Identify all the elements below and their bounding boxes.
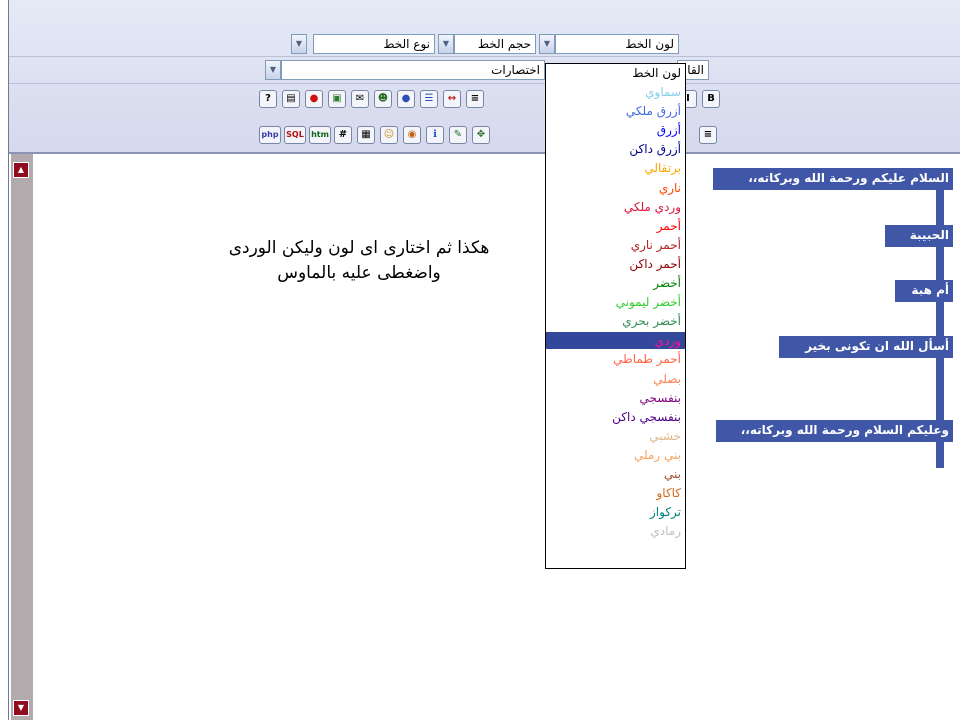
bold-button[interactable]: B: [702, 90, 720, 108]
message-reply: وعليكم السلام ورحمة الله وبركاته،،: [716, 420, 953, 442]
code-tags-icon[interactable]: ↔: [443, 90, 461, 108]
sql-icon[interactable]: SQL: [284, 126, 306, 144]
edit-icon[interactable]: ✎: [449, 126, 467, 144]
color-option[interactable]: رمادي: [546, 522, 685, 541]
color-option[interactable]: ناري: [546, 179, 685, 198]
color-option[interactable]: كاكاو: [546, 484, 685, 503]
color-option[interactable]: أخضر: [546, 274, 685, 293]
color-option[interactable]: أحمر: [546, 217, 685, 236]
color-option[interactable]: أزرق داكن: [546, 140, 685, 159]
shortcuts-chevron-icon[interactable]: ▼: [265, 60, 281, 80]
color-option[interactable]: برتقالي: [546, 159, 685, 178]
color-option[interactable]: بني رملي: [546, 446, 685, 465]
align-icon[interactable]: ≡: [466, 90, 484, 108]
shortcuts-row: اختصارات ▼ القا: [9, 57, 960, 84]
message-wish: أسأل الله ان تكونى بخير: [779, 336, 953, 358]
color-option[interactable]: وردي: [546, 331, 685, 351]
font-type-select[interactable]: نوع الخط: [313, 34, 435, 54]
scroll-down-icon[interactable]: ▼: [13, 700, 29, 716]
color-option[interactable]: أحمر ناري: [546, 236, 685, 255]
globe-icon[interactable]: ●: [397, 90, 415, 108]
info-icon[interactable]: ℹ: [426, 126, 444, 144]
align-right-icon[interactable]: ≡: [699, 126, 717, 144]
color-option[interactable]: خشبي: [546, 427, 685, 446]
font-size-select[interactable]: حجم الخط: [454, 34, 536, 54]
font-color-chevron-icon[interactable]: ▼: [539, 34, 555, 54]
color-option[interactable]: بنفسجي داكن: [546, 408, 685, 427]
message-dear: الحبيبة: [885, 225, 953, 247]
html-icon[interactable]: htm: [309, 126, 331, 144]
scroll-up-icon[interactable]: ▲: [13, 162, 29, 178]
color-option[interactable]: أخضر ليموني: [546, 293, 685, 312]
media-icon[interactable]: ◉: [403, 126, 421, 144]
scrollbar[interactable]: ▲ ▼: [11, 154, 33, 720]
message-greeting: السلام عليكم ورحمة الله وبركاته،،: [713, 168, 953, 190]
move-icon[interactable]: ✥: [472, 126, 490, 144]
color-option[interactable]: بصلي: [546, 370, 685, 389]
list-icon[interactable]: ☰: [420, 90, 438, 108]
color-option[interactable]: بنفسجي: [546, 389, 685, 408]
shortcuts-select[interactable]: اختصارات: [281, 60, 545, 80]
color-option[interactable]: وردي ملكي: [546, 198, 685, 217]
font-type-chevron-icon[interactable]: ▼: [291, 34, 307, 54]
help-icon[interactable]: ?: [259, 90, 277, 108]
font-color-select[interactable]: لون الخط: [555, 34, 679, 54]
table-icon[interactable]: ▦: [357, 126, 375, 144]
php-icon[interactable]: php: [259, 126, 281, 144]
format-row: لون الخط ▼ حجم الخط ▼ نوع الخط ▼: [9, 30, 960, 57]
color-option[interactable]: لون الخط: [546, 64, 685, 83]
color-option[interactable]: أحمر طماطي: [546, 350, 685, 369]
color-option[interactable]: بني: [546, 465, 685, 484]
color-option[interactable]: تركواز: [546, 503, 685, 522]
editor-body[interactable]: ▲ ▼ هكذا ثم اختارى اى لون وليكن الوردى و…: [9, 154, 960, 720]
color-option[interactable]: أخضر بحري: [546, 312, 685, 331]
color-option[interactable]: أحمر داكن: [546, 255, 685, 274]
color-option[interactable]: سماوي: [546, 83, 685, 102]
editor-toolbar: لون الخط ▼ حجم الخط ▼ نوع الخط ▼ اختصارا…: [9, 0, 960, 154]
font-size-chevron-icon[interactable]: ▼: [438, 34, 454, 54]
document-icon[interactable]: ▤: [282, 90, 300, 108]
hash-icon[interactable]: #: [334, 126, 352, 144]
font-color-dropdown[interactable]: لون الخط سماوي أزرق ملكي أزرق أزرق داكن برتقا…: [545, 63, 686, 569]
users-icon[interactable]: ☻: [374, 90, 392, 108]
instruction-text: هكذا ثم اختارى اى لون وليكن الوردى واضغط…: [228, 238, 490, 283]
speech-icon[interactable]: ☺: [380, 126, 398, 144]
editor-window: لون الخط ▼ حجم الخط ▼ نوع الخط ▼ اختصارا…: [8, 0, 960, 720]
color-option[interactable]: أزرق: [546, 121, 685, 140]
message-name: أم هبة: [895, 280, 953, 302]
image-icon[interactable]: ▣: [328, 90, 346, 108]
flash-icon[interactable]: ●: [305, 90, 323, 108]
color-option[interactable]: أزرق ملكي: [546, 102, 685, 121]
email-icon[interactable]: ✉: [351, 90, 369, 108]
